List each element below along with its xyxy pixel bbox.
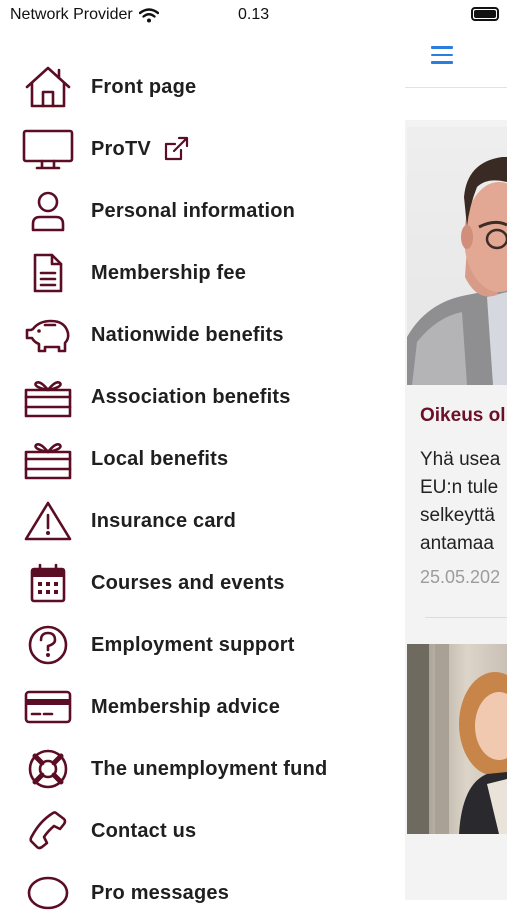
menu-item-label: Membership fee [91,261,247,284]
status-bar: Network Provider 0.13 [0,0,507,32]
menu-item-protv[interactable]: ProTV [0,118,400,180]
article-image-2 [407,644,507,834]
question-icon [22,623,74,667]
credit-card-icon [22,685,74,729]
clock: 0.13 [238,6,270,23]
hamburger-icon[interactable] [431,46,453,66]
article-title[interactable]: Oikeus ol [420,405,506,427]
menu-item-label: Courses and events [91,571,285,594]
menu-item-label: Insurance card [91,509,237,532]
article-divider [425,617,507,618]
menu-item-employment-support[interactable]: Employment support [0,614,400,676]
menu-item-label: Front page [91,75,197,98]
header-divider [405,87,507,88]
main-content: Oikeus ol Yhä usea EU:n tule selkeyttä a… [405,32,507,900]
chat-bubble-icon [22,871,74,915]
menu-item-local-benefits[interactable]: Local benefits [0,428,400,490]
article-date: 25.05.202 [420,567,501,587]
menu-item-nationwide-benefits[interactable]: Nationwide benefits [0,304,400,366]
menu-item-insurance-card[interactable]: Insurance card [0,490,400,552]
menu-item-label: Pro messages [91,881,230,904]
menu-item-courses-and-events[interactable]: Courses and events [0,552,400,614]
menu-item-contact-us[interactable]: Contact us [0,800,400,862]
user-icon [22,189,74,233]
menu-item-label: The unemployment fund [91,757,328,780]
gift-icon [22,437,74,481]
menu-item-label: Local benefits [91,447,229,470]
article-excerpt: Yhä usea EU:n tule selkeyttä antamaa [420,449,501,554]
menu-item-label: Nationwide benefits [91,323,284,346]
lifebuoy-icon [22,747,74,791]
menu-item-label: Association benefits [91,385,291,408]
piggy-bank-icon [22,313,74,357]
gift-icon [22,375,74,419]
battery-icon [471,7,499,21]
menu-item-membership-fee[interactable]: Membership fee [0,242,400,304]
calendar-icon [22,561,74,605]
carrier-name: Network Provider [10,6,133,23]
home-icon [22,65,74,109]
menu-item-pro-messages[interactable]: Pro messages [0,862,400,924]
menu-item-association-benefits[interactable]: Association benefits [0,366,400,428]
external-link-icon [162,135,190,163]
menu-item-unemployment-fund[interactable]: The unemployment fund [0,738,400,800]
menu-item-label: Personal information [91,199,296,222]
document-icon [22,251,74,295]
menu-item-label: Membership advice [91,695,281,718]
menu-item-personal-information[interactable]: Personal information [0,180,400,242]
article-image [407,127,507,385]
menu-item-label: Employment support [91,633,295,656]
wifi-icon [138,7,159,22]
menu-item-front-page[interactable]: Front page [0,56,400,118]
menu-item-label: Contact us [91,819,197,842]
warning-icon [22,499,74,543]
menu-item-membership-advice[interactable]: Membership advice [0,676,400,738]
menu-item-label: ProTV [91,137,151,160]
phone-icon [22,809,74,853]
carrier-info: Network Provider [10,6,159,24]
monitor-icon [22,127,74,171]
